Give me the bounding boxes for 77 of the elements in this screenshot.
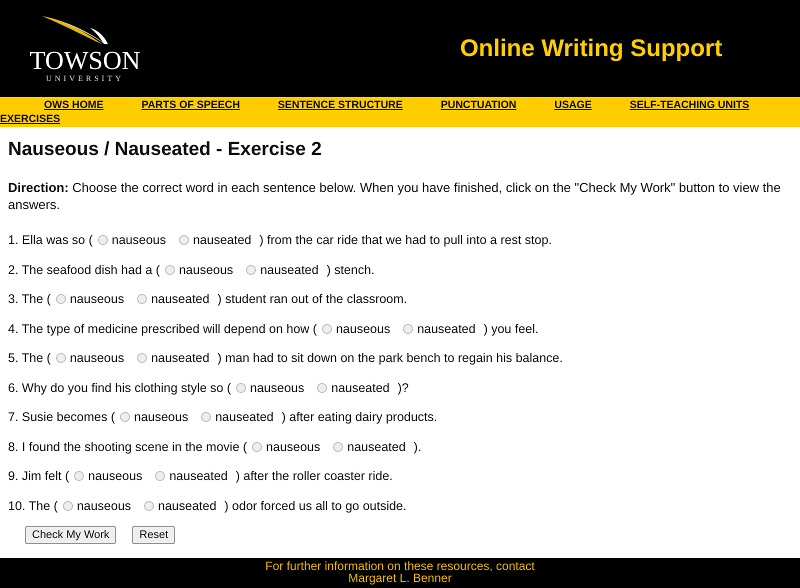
option-label: nauseous <box>134 410 188 424</box>
question-text: 2. The seafood dish had a ( <box>8 262 160 276</box>
question-text: 7. Susie becomes ( <box>8 410 115 424</box>
question-text: 10. The ( <box>8 498 58 512</box>
question-text: 1. Ella was so ( <box>8 233 93 247</box>
radio-button[interactable] <box>333 442 344 452</box>
nav-link[interactable]: OWS HOME <box>44 98 108 112</box>
radio-button[interactable] <box>236 382 246 392</box>
radio-button[interactable] <box>164 264 175 274</box>
radio-button[interactable] <box>403 324 414 334</box>
question-text: ) from the car ride that we had to pull into a rest stop. <box>259 233 552 247</box>
question-text: ) after the roller coaster ride. <box>236 469 393 483</box>
option-label: nauseous <box>70 351 124 365</box>
radio-button[interactable] <box>317 382 328 392</box>
option-label: nauseated <box>169 469 228 483</box>
question-text: 9. Jim felt ( <box>8 469 70 483</box>
radio-button[interactable] <box>137 353 148 363</box>
site-title: Online Writing Support <box>460 34 722 62</box>
option-label: nauseous <box>250 380 304 394</box>
page-title: Nauseous / Nauseated - Exercise 2 <box>8 139 323 161</box>
check-button[interactable]: Check My Work <box>25 526 116 544</box>
option-label: nauseous <box>266 440 320 454</box>
radio-button[interactable] <box>137 294 148 304</box>
direction-text: Direction: Choose the correct word in each sentence below. When you have finished, click on the "Check My Work" button to view the answers. <box>8 179 782 213</box>
option-label: nauseous <box>70 292 124 306</box>
nav-link[interactable]: SENTENCE STRUCTURE <box>278 98 407 112</box>
radio-button[interactable] <box>155 471 166 481</box>
nav-link[interactable]: PUNCTUATION <box>440 98 520 112</box>
reset-button[interactable]: Reset <box>132 526 176 544</box>
option-label: nauseous <box>76 498 132 512</box>
option-label: nauseous <box>336 322 390 336</box>
question-text: ) student ran out of the classroom. <box>217 292 408 306</box>
logo-wordmark: TOWSON <box>30 48 140 74</box>
question-text: 3. The ( <box>8 292 51 306</box>
option-label: nauseated <box>151 351 210 365</box>
question-text: ) stench. <box>326 262 375 276</box>
question-text: ) you feel. <box>484 322 538 336</box>
option-label: nauseated <box>151 292 210 306</box>
option-label: nauseated <box>331 380 390 394</box>
question-text: ) after eating dairy products. <box>282 410 438 424</box>
radio-button[interactable] <box>56 294 66 304</box>
nav-link[interactable]: EXERCISES <box>0 112 64 126</box>
radio-button[interactable] <box>56 353 66 363</box>
nav-link[interactable]: SELF-TEACHING UNITS <box>630 98 754 112</box>
radio-button[interactable] <box>98 235 108 245</box>
option-label: nauseated <box>347 440 406 454</box>
logo-subtitle: UNIVERSITY <box>46 74 124 83</box>
option-label: nauseous <box>88 469 142 483</box>
option-label: nauseous <box>112 233 166 247</box>
radio-button[interactable] <box>120 412 130 422</box>
option-label: nauseated <box>215 410 274 424</box>
question-text: ). <box>414 440 422 454</box>
radio-button[interactable] <box>322 324 332 334</box>
question-text: ) man had to sit down on the park bench to regain his balance. <box>217 351 563 365</box>
radio-button[interactable] <box>178 235 189 245</box>
radio-button[interactable] <box>246 264 256 274</box>
option-label: nauseated <box>260 262 319 276</box>
radio-button[interactable] <box>252 442 262 452</box>
footer-text: Margaret L. Benner <box>348 572 452 584</box>
option-label: nauseated <box>192 233 252 247</box>
option-label: nauseous <box>178 262 234 276</box>
question-text: ) odor forced us all to go outside. <box>224 498 406 512</box>
question-text: 4. The type of medicine prescribed will depend on how ( <box>8 322 317 336</box>
radio-button[interactable] <box>201 412 212 422</box>
option-label: nauseated <box>417 322 476 336</box>
swoosh-icon <box>40 14 110 48</box>
nav-link[interactable]: PARTS OF SPEECH <box>142 98 244 112</box>
nav-link[interactable]: USAGE <box>554 98 596 112</box>
radio-button[interactable] <box>62 500 73 510</box>
question-text: )? <box>398 380 409 394</box>
question-text: 8. I found the shooting scene in the movie ( <box>8 440 248 454</box>
question-text: 6. Why do you find his clothing style so ( <box>8 380 232 394</box>
radio-button[interactable] <box>144 500 154 510</box>
question-text: 5. The ( <box>8 351 51 365</box>
option-label: nauseated <box>158 498 216 512</box>
footer-text: For further information on these resources, contact <box>265 560 535 572</box>
radio-button[interactable] <box>74 471 84 481</box>
